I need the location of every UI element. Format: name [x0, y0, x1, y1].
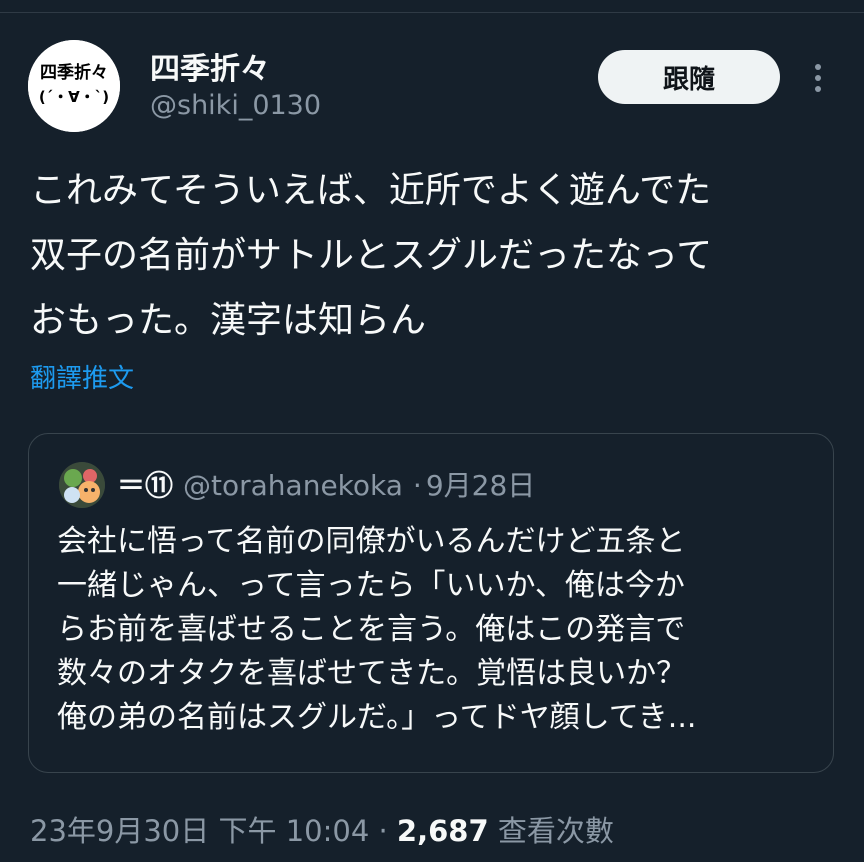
quoted-handle[interactable]: @torahanekoka — [183, 469, 403, 502]
views-count: 2,687 — [396, 814, 489, 848]
views-label: 查看次數 — [497, 814, 614, 848]
quoted-line: 一緒じゃん、って言ったら「いいか、俺は今か — [57, 568, 685, 603]
quoted-line: らお前を喜ばせることを言う。俺はこの発言で — [57, 612, 686, 647]
follow-button[interactable]: 跟隨 — [598, 50, 780, 104]
author-avatar[interactable]: 四季折々 (´・∀・`) — [28, 40, 120, 132]
quoted-separator: · — [412, 469, 422, 502]
quoted-date[interactable]: 9月28日 — [426, 464, 535, 504]
tweet-text: これみてそういえば、近所でよく遊んでた 双子の名前がサトルとスグルだったなって … — [30, 158, 830, 353]
more-dot — [815, 86, 821, 92]
quoted-author-avatar[interactable] — [59, 462, 105, 508]
more-vertical-icon[interactable] — [804, 58, 832, 98]
translate-tweet-link[interactable]: 翻譯推文 — [30, 358, 134, 395]
quoted-tweet[interactable]: ＝⑪ @torahanekoka · 9月28日 会社に悟って名前の同僚がいるん… — [28, 433, 834, 773]
quoted-line: 会社に悟って名前の同僚がいるんだけど五条と — [57, 524, 686, 559]
quoted-avatar-image — [59, 462, 105, 508]
top-divider — [0, 12, 864, 13]
more-dot — [815, 64, 821, 70]
quoted-line: 俺の弟の名前はスグルだ。」ってドヤ顔してき... — [57, 700, 697, 735]
tweet-metadata: 23年9月30日 下午 10:04 · 2,687 查看次數 — [30, 808, 614, 850]
author-display-name[interactable]: 四季折々 — [150, 44, 270, 88]
quoted-header: ＝⑪ @torahanekoka · 9月28日 — [117, 464, 535, 504]
tweet-line: おもった。漢字は知らん — [30, 300, 427, 341]
quoted-line: 数々のオタクを喜ばせてきた。覚悟は良いか？ — [57, 656, 687, 691]
avatar-name-text: 四季折々 — [40, 62, 108, 83]
avatar-image: 四季折々 (´・∀・`) — [28, 40, 120, 132]
tweet-line: 双子の名前がサトルとスグルだったなって — [30, 235, 713, 276]
quoted-text: 会社に悟って名前の同僚がいるんだけど五条と 一緒じゃん、って言ったら「いいか、俺… — [57, 520, 817, 740]
tweet-timestamp[interactable]: 23年9月30日 下午 10:04 — [30, 814, 369, 848]
meta-separator: · — [378, 814, 388, 848]
avatar-face-text: (´・∀・`) — [39, 88, 109, 106]
quoted-display-name[interactable]: ＝⑪ — [117, 464, 173, 504]
more-dot — [815, 75, 821, 81]
author-handle[interactable]: @shiki_0130 — [150, 90, 321, 121]
tweet-line: これみてそういえば、近所でよく遊んでた — [30, 170, 712, 211]
